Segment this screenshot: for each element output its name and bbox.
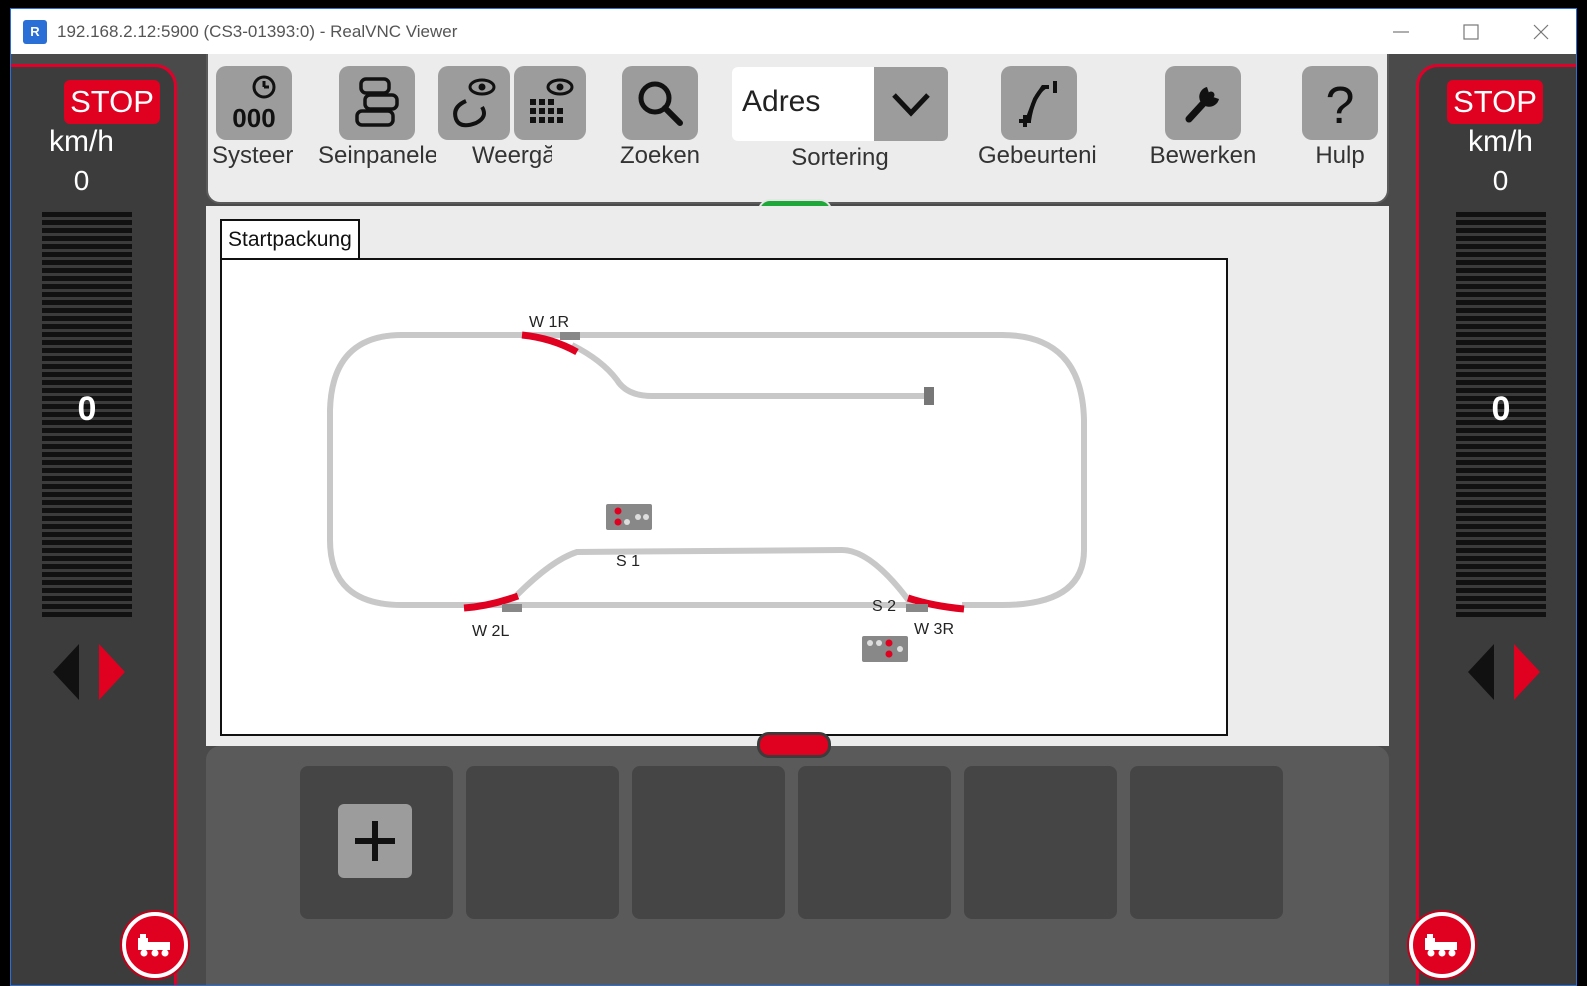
minimize-icon — [1393, 30, 1409, 33]
right-speedo-value: 0 — [1491, 390, 1511, 428]
zoeken-button[interactable]: Zoeken — [619, 66, 701, 170]
layout-area: Startpackung W 1R W 2L W 3R S 1 S 2 — [206, 206, 1389, 746]
sortering-dropdown[interactable]: Adres — [732, 67, 948, 141]
wrench-icon — [1165, 66, 1241, 140]
right-loco-select-button[interactable] — [1409, 912, 1475, 978]
left-speed-unit: km/h — [48, 125, 114, 158]
sortering-label: Sortering — [791, 144, 889, 171]
right-direction-arrows[interactable] — [1464, 642, 1564, 702]
window-title: 192.168.2.12:5900 (CS3-01393:0) - RealVN… — [57, 21, 458, 41]
layout-panel-icon — [339, 66, 415, 140]
track-diagram: W 1R W 2L W 3R S 1 S 2 — [327, 314, 1087, 662]
left-forward-arrow-icon[interactable] — [99, 644, 125, 700]
right-stop-button[interactable]: STOP — [1447, 80, 1543, 124]
label-s1: S 1 — [616, 553, 640, 570]
close-button[interactable] — [1506, 9, 1576, 54]
vnc-window: R 192.168.2.12:5900 (CS3-01393:0) - Real… — [10, 8, 1577, 986]
chevron-down-icon — [892, 93, 930, 117]
eye-keypad-icon[interactable] — [514, 66, 586, 140]
signal-s2[interactable] — [862, 636, 908, 662]
left-speed-slider[interactable]: 0 — [42, 212, 132, 617]
gebeurtenis-label: Gebeurteni — [978, 142, 1097, 169]
track-layout-canvas[interactable]: W 1R W 2L W 3R S 1 S 2 — [220, 258, 1228, 736]
hulp-label: Hulp — [1315, 142, 1365, 169]
loco-slot-4[interactable] — [798, 766, 951, 919]
systeem-label: Systeer — [212, 142, 294, 169]
realvnc-app-icon: R — [23, 19, 47, 44]
right-speed-unit: km/h — [1467, 125, 1533, 158]
track-outer-right — [522, 332, 1087, 608]
toolbar: 000 Systeer Seinpanele Weergă Zoeken Adr… — [206, 54, 1389, 223]
right-forward-arrow-icon[interactable] — [1514, 644, 1540, 700]
right-speed-slider[interactable]: 0 — [1456, 212, 1546, 617]
left-stop-button[interactable]: STOP — [64, 80, 160, 124]
systeem-button[interactable]: 000 Systeer — [212, 66, 294, 170]
left-loco-select-button[interactable] — [122, 912, 188, 978]
seinpaneel-label: Seinpanele — [318, 142, 436, 169]
label-w1r: W 1R — [529, 314, 569, 331]
sortering-toggle[interactable] — [874, 67, 948, 141]
left-speed-readout: 0 — [73, 165, 90, 196]
left-reverse-arrow-icon[interactable] — [53, 644, 79, 700]
seinpaneel-button[interactable]: Seinpanele — [318, 66, 436, 170]
maximize-button[interactable] — [1436, 9, 1506, 54]
sortering-value: Adres — [742, 85, 821, 118]
add-loco-button[interactable] — [338, 804, 412, 878]
bewerken-label: Bewerken — [1149, 142, 1257, 169]
gebeurtenis-button[interactable]: Gebeurteni — [978, 66, 1100, 170]
label-w2l: W 2L — [472, 623, 509, 640]
zoeken-label: Zoeken — [619, 142, 701, 169]
loco-slot-1[interactable] — [300, 766, 453, 919]
window-controls — [1366, 9, 1576, 54]
svg-text:?: ? — [1326, 77, 1355, 131]
loco-slot-2[interactable] — [466, 766, 619, 919]
hulp-button[interactable]: ? Hulp — [1302, 66, 1378, 170]
buffer-stop — [924, 387, 934, 405]
right-reverse-arrow-icon[interactable] — [1468, 644, 1494, 700]
clock-counter-icon: 000 — [216, 66, 292, 140]
weergave-group: Weergă — [436, 66, 588, 170]
bottom-panel-handle[interactable] — [757, 732, 831, 758]
left-loco-control-panel: STOP km/h 0 0 — [11, 64, 188, 985]
locomotive-icon — [138, 934, 170, 957]
svg-text:000: 000 — [232, 103, 275, 133]
weergave-label: Weergă — [472, 142, 552, 169]
locomotive-icon — [1425, 934, 1457, 957]
left-speedo-value: 0 — [77, 390, 97, 428]
close-icon — [1533, 24, 1549, 39]
search-icon — [622, 66, 698, 140]
maximize-icon — [1463, 23, 1479, 40]
event-curve-icon — [1001, 66, 1077, 140]
loco-slot-6[interactable] — [1130, 766, 1283, 919]
loco-slot-bar — [206, 746, 1389, 985]
signal-s1[interactable] — [606, 504, 652, 530]
plus-icon — [355, 821, 395, 861]
left-direction-arrows[interactable] — [49, 642, 149, 702]
loco-slot-3[interactable] — [632, 766, 785, 919]
tab-startpackung[interactable]: Startpackung — [220, 219, 360, 259]
track-siding-top — [570, 342, 934, 399]
label-s2: S 2 — [872, 598, 896, 615]
eye-track-icon[interactable] — [438, 66, 510, 140]
label-w3r: W 3R — [914, 621, 954, 638]
minimize-button[interactable] — [1366, 9, 1436, 54]
right-loco-control-panel: STOP km/h 0 0 — [1409, 64, 1576, 985]
title-bar: R 192.168.2.12:5900 (CS3-01393:0) - Real… — [11, 9, 1576, 54]
bewerken-button[interactable]: Bewerken — [1146, 66, 1260, 170]
track-outer-left — [327, 332, 522, 608]
track-passing-loop — [514, 546, 915, 607]
loco-slot-5[interactable] — [964, 766, 1117, 919]
question-icon: ? — [1302, 66, 1378, 140]
right-speed-readout: 0 — [1492, 165, 1509, 196]
